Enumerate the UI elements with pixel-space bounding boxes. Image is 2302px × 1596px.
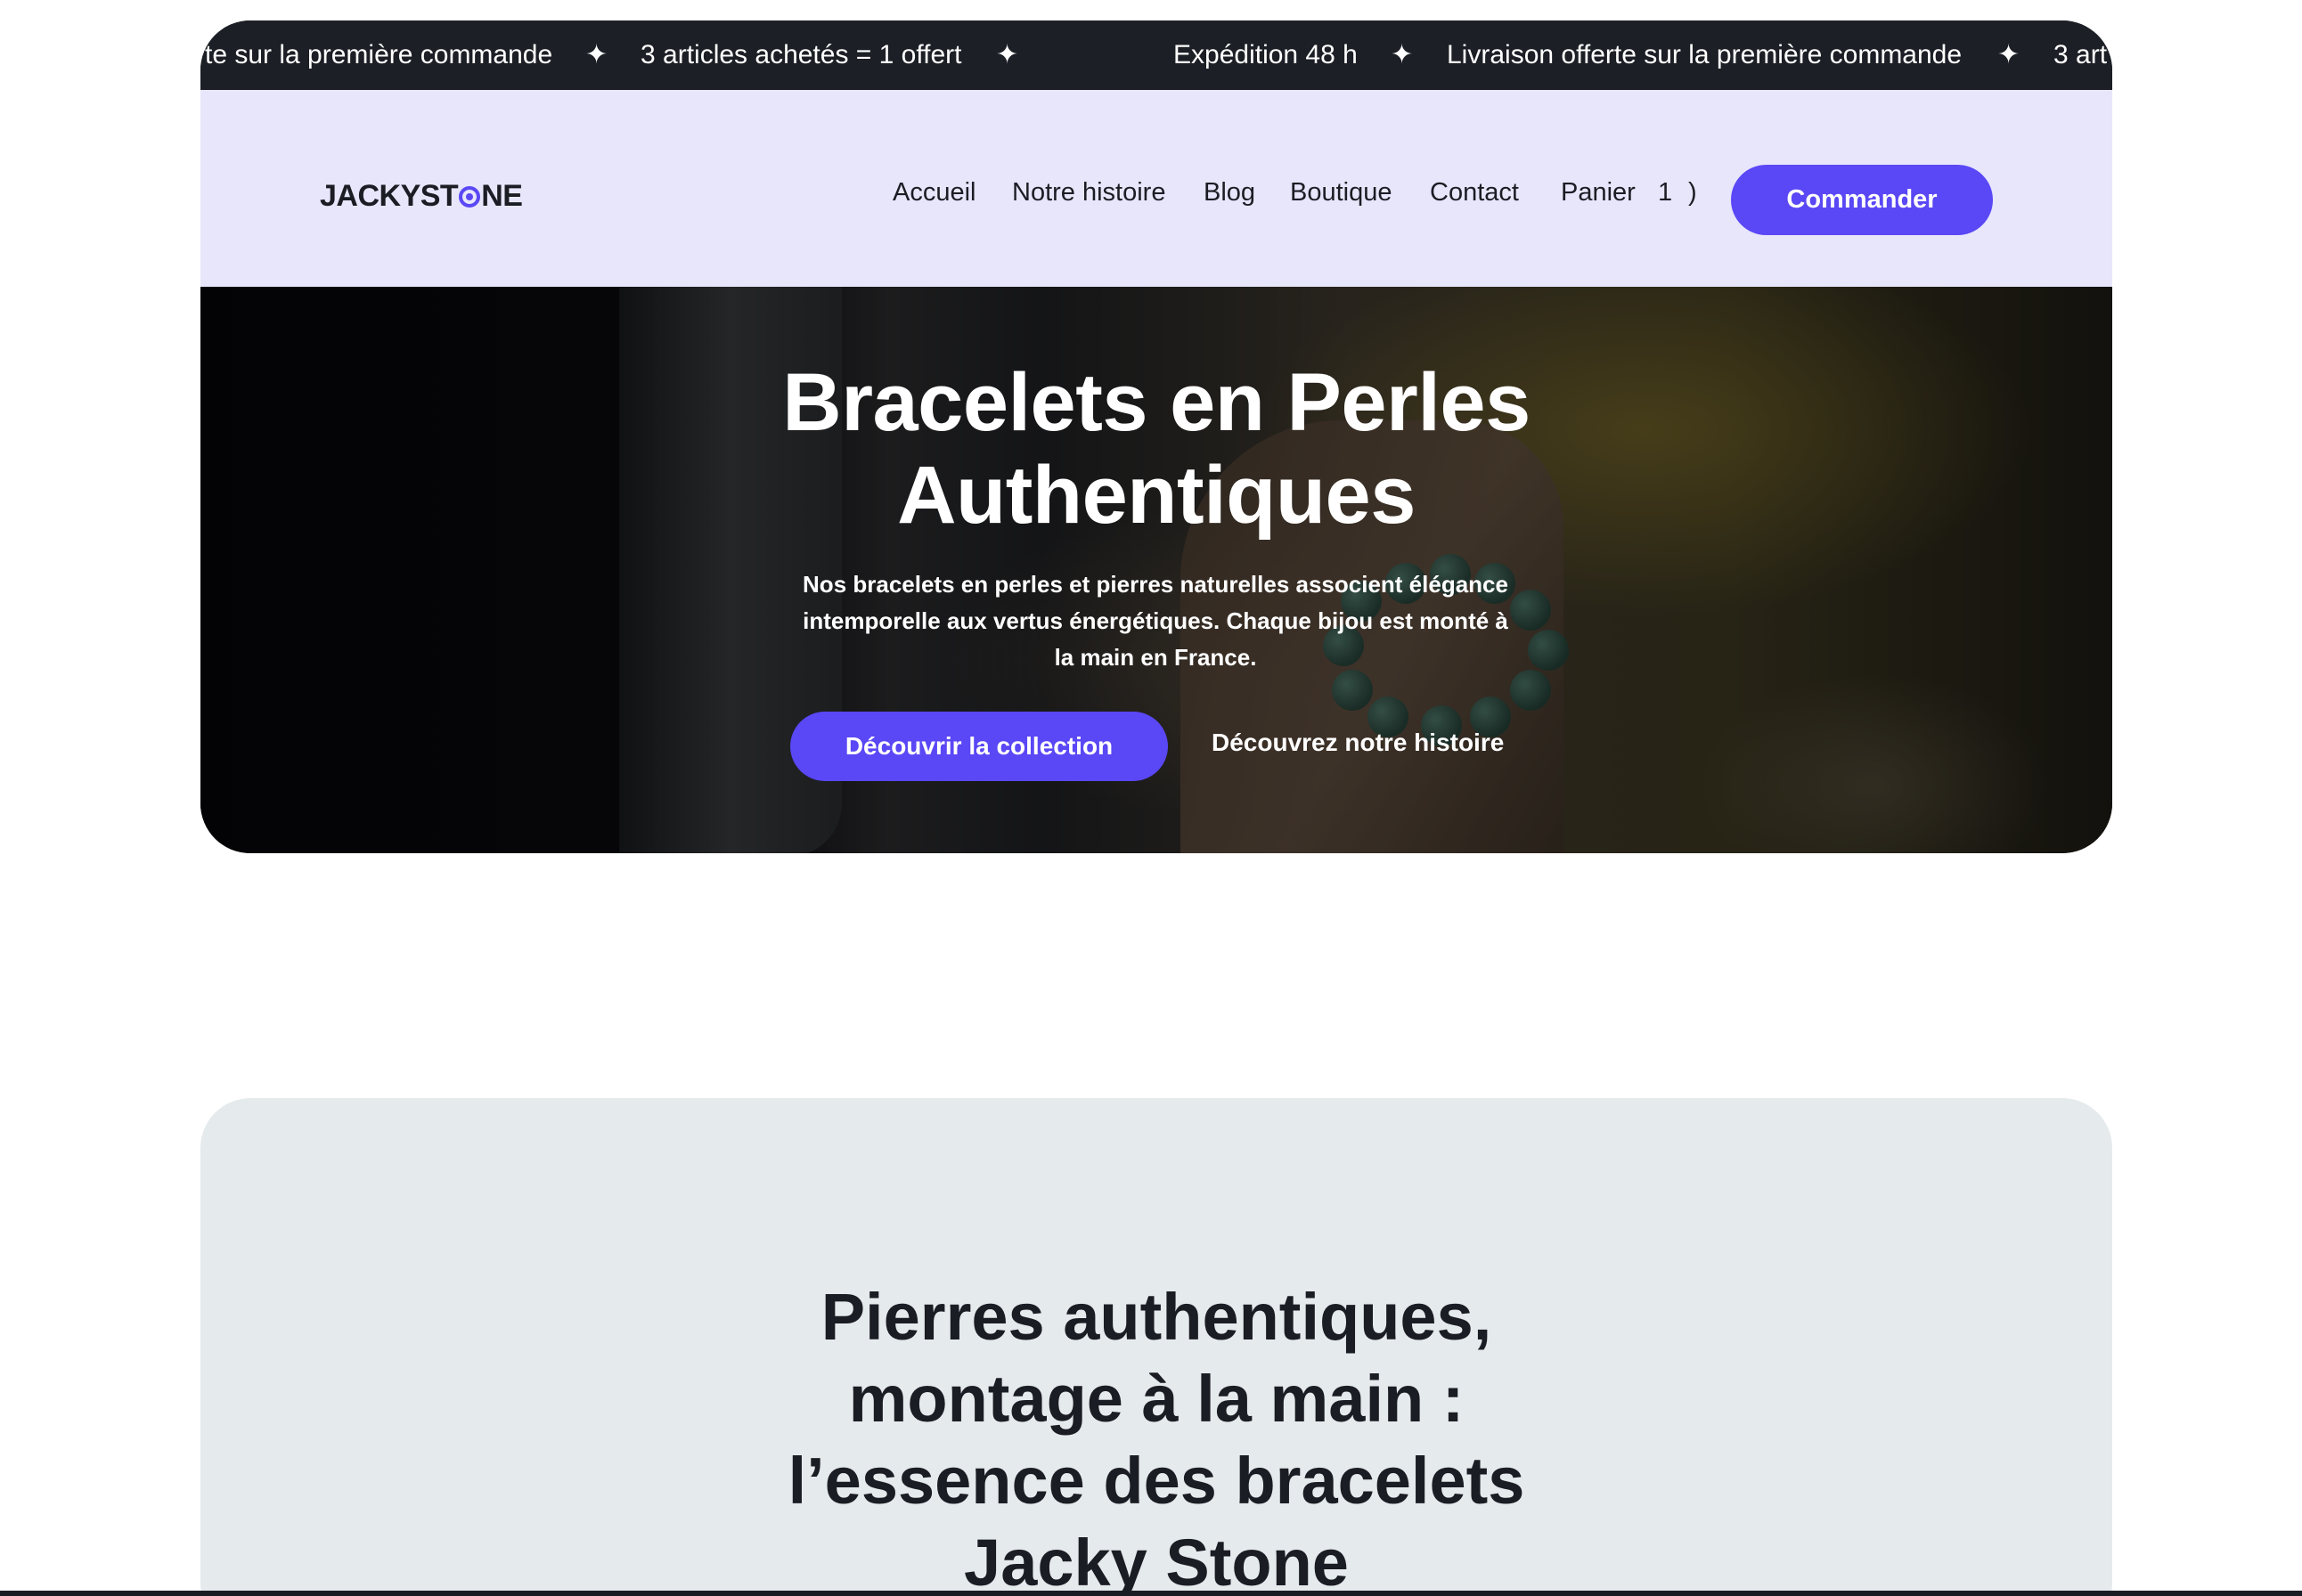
hero-title-line: Authentiques [897, 450, 1416, 541]
announcement-item: Livraison offerte sur la première comman… [1447, 40, 1963, 69]
cart-count: 1 [1658, 178, 1673, 207]
discover-story-link[interactable]: Découvrez notre histoire [1212, 729, 1504, 757]
sparkle-icon: ✦ [1391, 40, 1414, 69]
bottom-edge-divider [0, 1591, 2302, 1596]
intro-section: Pierres authentiques, montage à la main … [200, 1098, 2112, 1596]
hero-description-line: Nos bracelets en perles et pierres natur… [803, 571, 1508, 598]
section-title: Pierres authentiques, montage à la main … [200, 1276, 2112, 1596]
hero-section: Bracelets en Perles Authentiques Nos bra… [200, 287, 2112, 853]
sparkle-icon: ✦ [585, 40, 608, 69]
hero-title-line: Bracelets en Perles [782, 357, 1531, 448]
section-title-line: Pierres authentiques, [820, 1280, 1492, 1354]
logo-text-start: JACKYST [320, 179, 459, 213]
nav-blog[interactable]: Blog [1204, 178, 1255, 214]
nav-accueil[interactable]: Accueil [893, 178, 976, 214]
sparkle-icon: ✦ [996, 40, 1019, 69]
commander-button[interactable]: Commander [1731, 165, 1993, 235]
cart-paren: ) [1688, 178, 1697, 207]
logo-o-icon [459, 186, 481, 208]
section-title-line: l’essence des bracelets [788, 1444, 1525, 1518]
logo[interactable]: JACKYST NE [320, 179, 523, 214]
nav-panier[interactable]: Panier [1561, 178, 1636, 214]
announcement-item: te sur la première commande [205, 40, 553, 69]
announcement-track: te sur la première commande ✦ 3 articles… [200, 20, 2112, 90]
nav-notre-histoire[interactable]: Notre histoire [1012, 178, 1165, 214]
hero-title: Bracelets en Perles Authentiques [200, 356, 2112, 542]
hero-description-line: la main en France. [1054, 644, 1257, 671]
logo-text-end: NE [481, 179, 523, 213]
announcement-item: 3 art [2053, 40, 2108, 69]
site-header: JACKYST NE Accueil Notre histoire Blog Bo… [200, 90, 2112, 287]
section-title-line: Jacky Stone [964, 1526, 1349, 1596]
hero-description-line: intemporelle aux vertus énergétiques. Ch… [803, 607, 1508, 634]
sparkle-icon: ✦ [1997, 40, 2020, 69]
announcement-item: 3 articles achetés = 1 offert [641, 40, 962, 69]
announcement-item: Expédition 48 h [1173, 40, 1358, 69]
nav-boutique[interactable]: Boutique [1290, 178, 1392, 214]
page-frame: te sur la première commande ✦ 3 articles… [200, 20, 2112, 853]
announcement-bar: te sur la première commande ✦ 3 articles… [200, 20, 2112, 90]
nav-contact[interactable]: Contact [1430, 178, 1519, 214]
hero-description: Nos bracelets en perles et pierres natur… [753, 566, 1558, 676]
discover-collection-button[interactable]: Découvrir la collection [790, 712, 1168, 781]
section-title-line: montage à la main : [848, 1362, 1465, 1436]
